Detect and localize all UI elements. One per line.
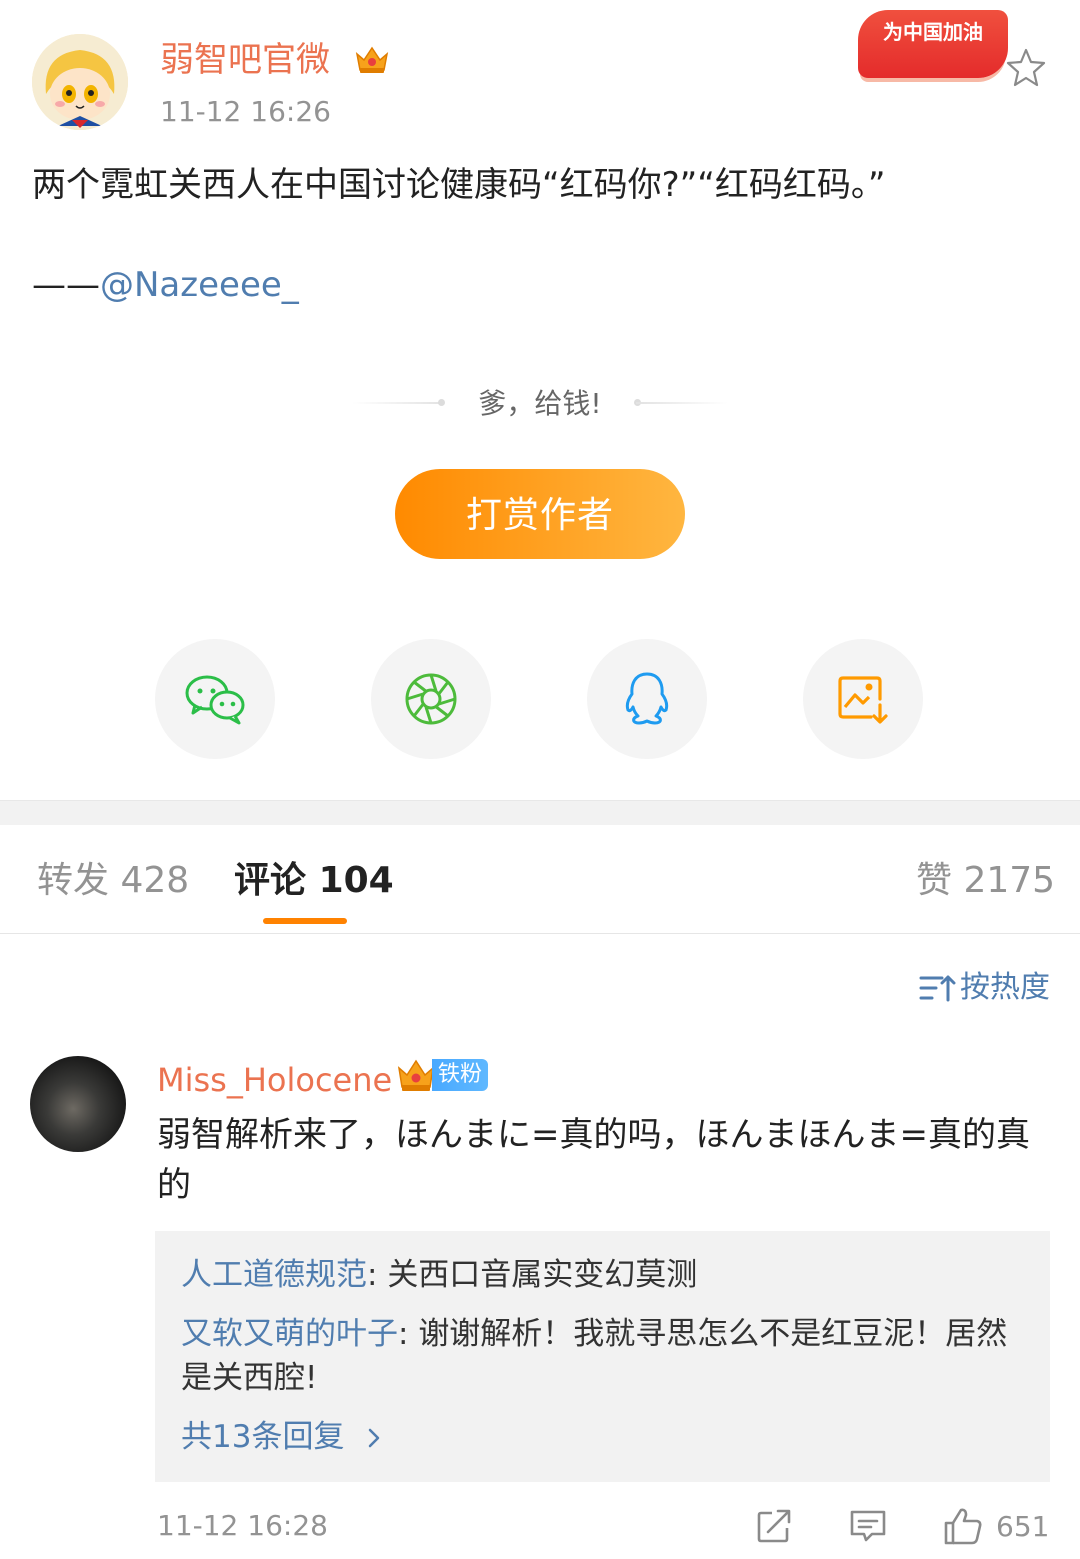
author-avatar[interactable]: [32, 34, 128, 130]
tab-like[interactable]: 赞 2175: [916, 856, 1055, 906]
commenter-avatar[interactable]: [30, 1056, 126, 1152]
repost-comment-button[interactable]: [754, 1502, 794, 1550]
tab-comment-label: 评论: [234, 860, 307, 901]
more-replies-link[interactable]: 共13条回复: [181, 1415, 384, 1459]
reward-author-button[interactable]: 打赏作者: [395, 469, 685, 559]
tab-comment-count: 104: [318, 860, 394, 901]
post-credit: ——@Nazeeee_: [32, 260, 299, 310]
fan-badge[interactable]: 铁粉: [396, 1056, 489, 1094]
save-image-icon: [838, 676, 888, 724]
share-moments-button[interactable]: [371, 639, 491, 759]
reward-divider-left: [352, 402, 444, 404]
reply-separator: :: [367, 1257, 388, 1293]
commenter-name[interactable]: Miss_Holocene: [157, 1058, 392, 1102]
comment-time: 11-12 16:28: [157, 1509, 328, 1542]
tab-like-count: 2175: [963, 860, 1056, 901]
reply-user[interactable]: 又软又萌的叶子: [181, 1316, 398, 1352]
reply-item: 人工道德规范: 关西口音属实变幻莫测: [181, 1253, 1011, 1297]
reply-item: 又软又萌的叶子: 谢谢解析！我就寻思怎么不是红豆泥！居然是关西腔!: [181, 1312, 1011, 1400]
tab-repost-label: 转发: [37, 860, 110, 901]
thumbs-up-icon: [944, 1508, 982, 1545]
reply-separator: :: [398, 1316, 419, 1352]
post-time: 11-12 16:26: [160, 95, 331, 128]
promo-badge-text: 为中国加油: [883, 20, 983, 44]
qq-icon: [625, 672, 669, 725]
tab-divider: [0, 933, 1080, 934]
reply-preview-box[interactable]: 人工道德规范: 关西口音属实变幻莫测 又软又萌的叶子: 谢谢解析！我就寻思怎么不…: [155, 1231, 1050, 1482]
reply-comment-button[interactable]: [848, 1502, 888, 1550]
tab-like-label: 赞: [916, 860, 953, 901]
sort-by-heat-button[interactable]: 按热度: [918, 966, 1050, 1010]
active-tab-indicator: [263, 918, 347, 924]
post-text: 两个霓虹关西人在中国讨论健康码“红码你?”“红码红码。”: [32, 165, 886, 205]
moments-icon: [405, 673, 457, 725]
tab-repost-count: 428: [120, 860, 190, 901]
wechat-icon: [185, 675, 245, 725]
favorite-star-icon[interactable]: [1004, 46, 1048, 90]
reply-text: 关西口音属实变幻莫测: [387, 1257, 698, 1293]
more-replies-label: 共13条回复: [181, 1419, 345, 1455]
chevron-right-icon: [369, 1428, 380, 1448]
comment-text: 弱智解析来了，ほんまに=真的吗，ほんまほんま=真的真的: [157, 1115, 1030, 1205]
share-icon: [757, 1509, 791, 1543]
reply-user[interactable]: 人工道德规范: [181, 1257, 367, 1293]
save-image-button[interactable]: [803, 639, 923, 759]
share-qq-button[interactable]: [587, 639, 707, 759]
like-comment-button[interactable]: 651: [942, 1502, 1049, 1550]
avatar-illustration: [32, 34, 128, 130]
tab-comment[interactable]: 评论 104: [234, 856, 394, 906]
promo-badge[interactable]: 为中国加油: [858, 10, 1008, 78]
comment-like-count: 651: [996, 1509, 1050, 1543]
sort-label: 按热度: [960, 970, 1050, 1005]
reward-divider-right: [636, 402, 728, 404]
mention-link[interactable]: @Nazeeee_: [100, 265, 299, 305]
fan-badge-label: 铁粉: [432, 1059, 489, 1091]
vip-crown-icon: [397, 1059, 435, 1091]
author-name[interactable]: 弱智吧官微: [160, 38, 330, 82]
vip-crown-icon: [354, 44, 390, 76]
tab-repost[interactable]: 转发 428: [37, 856, 189, 906]
reward-tip: 爹，给钱!: [478, 387, 602, 420]
section-divider: [0, 800, 1080, 825]
credit-prefix: ——: [32, 265, 100, 305]
comment-icon: [850, 1510, 886, 1542]
share-wechat-button[interactable]: [155, 639, 275, 759]
sort-icon: [919, 975, 956, 1002]
